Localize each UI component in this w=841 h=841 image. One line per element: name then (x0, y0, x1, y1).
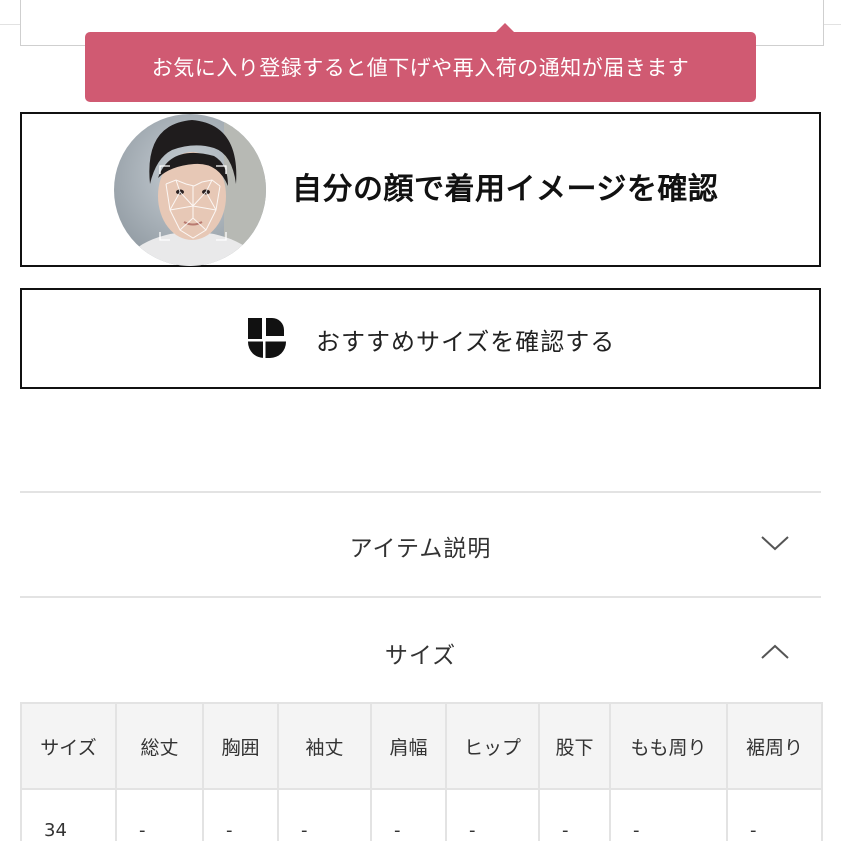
face-try-on-button[interactable]: 自分の顔で着用イメージを確認 (20, 112, 821, 267)
favorite-notification-tooltip: お気に入り登録すると値下げや再入荷の通知が届きます (85, 23, 756, 102)
size-header-hem: 裾周り (726, 702, 823, 790)
size-table-header-row: サイズ 総丈 胸囲 袖丈 肩幅 ヒップ 股下 もも周り 裾周り (20, 702, 823, 790)
chevron-up-icon (761, 644, 789, 659)
size-header-inseam: 股下 (538, 702, 611, 790)
size-cell-hip: - (445, 788, 540, 841)
size-cell-shoulder: - (370, 788, 447, 841)
recommended-size-button[interactable]: おすすめサイズを確認する (20, 288, 821, 389)
tooltip-message: お気に入り登録すると値下げや再入荷の通知が届きます (151, 56, 690, 80)
size-cell-inseam: - (538, 788, 611, 841)
chevron-down-icon (761, 536, 789, 551)
size-cell-hem: - (726, 788, 823, 841)
size-chart-table: サイズ 総丈 胸囲 袖丈 肩幅 ヒップ 股下 もも周り 裾周り 34 - - -… (20, 702, 823, 841)
accordion-label-description: アイテム説明 (349, 536, 492, 562)
size-cell-chest: - (202, 788, 279, 841)
face-scan-portrait (114, 114, 266, 266)
size-header-size: サイズ (20, 702, 117, 790)
recommended-size-label: おすすめサイズを確認する (316, 328, 616, 356)
accordion-item-size[interactable]: サイズ (20, 596, 821, 702)
accordion-item-description[interactable]: アイテム説明 (20, 491, 821, 597)
size-cell-size: 34 (20, 788, 117, 841)
size-header-hip: ヒップ (445, 702, 540, 790)
unisize-logo-icon (248, 318, 286, 358)
table-row: 34 - - - - - - - - (20, 788, 823, 841)
face-try-on-label: 自分の顔で着用イメージを確認 (292, 172, 719, 207)
size-cell-thigh: - (609, 788, 728, 841)
size-header-chest: 胸囲 (202, 702, 279, 790)
size-header-length: 総丈 (115, 702, 204, 790)
size-header-thigh: もも周り (609, 702, 728, 790)
size-cell-sleeve: - (277, 788, 372, 841)
accordion-label-size: サイズ (384, 643, 457, 669)
size-header-sleeve: 袖丈 (277, 702, 372, 790)
size-header-shoulder: 肩幅 (370, 702, 447, 790)
tooltip-arrow (495, 23, 515, 33)
size-cell-length: - (115, 788, 204, 841)
